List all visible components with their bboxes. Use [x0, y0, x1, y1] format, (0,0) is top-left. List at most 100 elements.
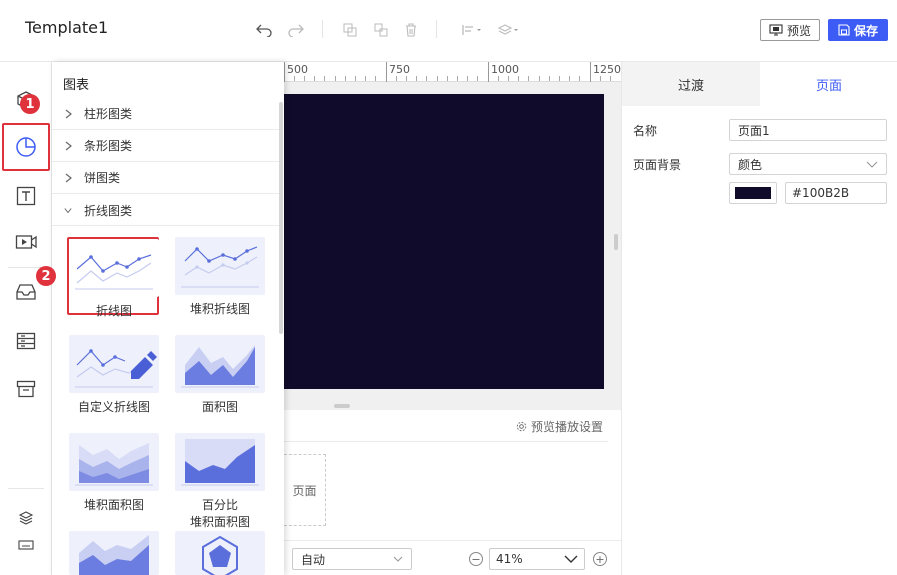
category-label: 条形图类 [84, 139, 133, 153]
sidebar-item-archive[interactable] [0, 367, 52, 411]
tab-page[interactable]: 页面 [760, 62, 897, 106]
toolbar-divider [436, 20, 437, 38]
pie-chart-icon [16, 137, 36, 157]
tile-label: 折线图 [95, 304, 132, 318]
tile-stacked-area-chart[interactable]: 堆积面积图 [69, 433, 159, 514]
zoom-out-button[interactable]: − [469, 552, 483, 566]
properties-panel: 过渡 页面 名称 页面1 页面背景 颜色 #100B2B [621, 62, 897, 575]
panel-scrollbar[interactable] [279, 102, 283, 334]
page-thumbnail[interactable]: 页面 [284, 454, 326, 526]
background-type-select[interactable]: 颜色 [729, 153, 887, 175]
chevron-down-icon [866, 161, 878, 168]
category-label: 折线图类 [84, 203, 133, 218]
category-pie-charts[interactable]: 饼图类 [52, 162, 280, 194]
ruler-minor-tick [375, 76, 376, 81]
sidebar-item-text[interactable] [0, 174, 52, 218]
category-line-charts[interactable]: 折线图类 [52, 194, 280, 226]
ruler-tick [590, 62, 591, 82]
tile-area-chart[interactable]: 面积图 [175, 335, 265, 416]
ungroup-icon[interactable] [371, 20, 391, 40]
ruler-minor-tick [610, 76, 611, 81]
area-chart-thumbnail [175, 335, 265, 393]
toolbar-divider [322, 20, 323, 38]
tile-label: 自定义折线图 [77, 400, 150, 414]
group-icon[interactable] [340, 20, 360, 40]
delete-icon[interactable] [401, 20, 421, 40]
chevron-right-icon [64, 140, 72, 152]
page-name-input[interactable]: 页面1 [729, 119, 887, 141]
ruler-tick [488, 62, 489, 82]
play-mode-select[interactable]: 自动 [292, 548, 412, 570]
ruler-minor-tick [518, 76, 519, 81]
canvas-vertical-scrollbar[interactable] [614, 234, 618, 250]
ruler-label: 1000 [491, 63, 519, 76]
canvas-horizontal-scrollbar[interactable] [334, 404, 350, 408]
ruler-minor-tick [355, 76, 356, 81]
ruler-minor-tick [477, 76, 478, 81]
tile-stacked-line-chart[interactable]: 堆积折线图 [175, 237, 265, 318]
archive-icon [16, 380, 36, 398]
tile-label: 堆积面积图 [83, 498, 144, 512]
tile-radar-chart[interactable] [175, 531, 265, 575]
panel-title: 图表 [63, 78, 90, 93]
save-button[interactable]: 保存 [828, 19, 888, 41]
align-icon[interactable] [460, 20, 484, 40]
stacked-line-chart-thumbnail [175, 237, 265, 295]
left-sidebar [0, 62, 52, 575]
pages-divider [284, 441, 608, 442]
chevron-right-icon [64, 172, 72, 184]
sidebar-item-chart[interactable] [2, 123, 50, 171]
sidebar-divider [8, 488, 44, 489]
preview-button[interactable]: 预览 [760, 19, 820, 41]
background-color-hex-input[interactable]: #100B2B [785, 182, 887, 204]
tile-more-chart[interactable] [69, 531, 159, 575]
ruler-minor-tick [406, 76, 407, 81]
stacked-area-chart-thumbnail [69, 433, 159, 491]
ruler-minor-tick [467, 76, 468, 81]
ruler-minor-tick [365, 76, 366, 81]
ruler-tick [284, 62, 285, 82]
ruler-label: 500 [287, 63, 308, 76]
inbox-icon [16, 284, 36, 300]
tile-percent-stacked-area-chart[interactable]: 百分比 堆积面积图 [175, 433, 265, 531]
text-icon [16, 186, 36, 206]
zoom-select[interactable]: 41% [489, 548, 585, 570]
tile-label-line1: 百分比 [201, 498, 238, 512]
page-thumbnail-label: 页面 [292, 483, 317, 498]
play-settings-link[interactable]: 预览播放设置 [516, 418, 603, 435]
sidebar-item-media[interactable] [0, 220, 52, 264]
page-canvas[interactable] [284, 94, 604, 389]
layer-order-icon[interactable] [497, 20, 521, 40]
redo-icon[interactable] [286, 20, 306, 40]
ruler-minor-tick [304, 76, 305, 81]
sidebar-item-keyboard[interactable] [0, 527, 52, 563]
zoom-in-button[interactable]: + [593, 552, 607, 566]
gear-icon [516, 421, 527, 432]
category-horizontal-bar-charts[interactable]: 条形图类 [52, 130, 280, 162]
zoom-value: 41% [496, 552, 523, 566]
tile-line-chart[interactable]: 折线图 [69, 239, 159, 320]
tile-label: 面积图 [201, 400, 238, 414]
chevron-down-icon [64, 204, 72, 216]
category-bar-charts[interactable]: 柱形图类 [52, 98, 280, 130]
save-label: 保存 [853, 23, 878, 38]
undo-icon[interactable] [254, 20, 274, 40]
ruler-minor-tick [416, 76, 417, 81]
list-icon [16, 332, 36, 350]
ruler-minor-tick [294, 76, 295, 81]
ruler-minor-tick [437, 76, 438, 81]
tile-label: 百分比 堆积面积图 [175, 497, 265, 531]
play-settings-label: 预览播放设置 [531, 420, 604, 434]
tile-label: 堆积折线图 [189, 302, 250, 316]
tab-transition[interactable]: 过渡 [622, 62, 760, 106]
ruler-minor-tick [508, 76, 509, 81]
ruler-minor-tick [335, 76, 336, 81]
keyboard-icon [18, 540, 34, 550]
background-color-picker[interactable] [729, 182, 777, 204]
sidebar-item-list[interactable] [0, 319, 52, 363]
tile-custom-line-chart[interactable]: 自定义折线图 [69, 335, 159, 416]
ruler-minor-tick [528, 76, 529, 81]
ruler-minor-tick [569, 76, 570, 81]
area-chart-thumbnail [69, 531, 159, 575]
category-divider [52, 225, 280, 226]
